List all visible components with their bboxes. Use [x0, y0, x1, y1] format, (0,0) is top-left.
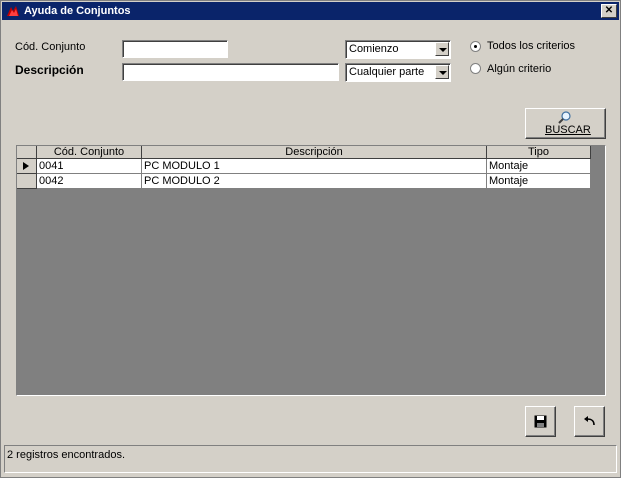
radio-any-criteria[interactable] [470, 63, 481, 74]
search-button-label: BUSCAR [545, 124, 591, 136]
cell-description[interactable]: PC MODULO 2 [142, 174, 487, 189]
description-match-value: Cualquier parte [349, 66, 425, 78]
app-icon [5, 4, 21, 18]
cell-code[interactable]: 0041 [37, 159, 142, 174]
column-header-tipo[interactable]: Tipo [487, 146, 591, 159]
description-input[interactable] [122, 63, 339, 81]
cell-code[interactable]: 0042 [37, 174, 142, 189]
row-indicator[interactable] [17, 174, 37, 189]
column-header-code[interactable]: Cód. Conjunto [37, 146, 142, 159]
results-grid[interactable]: Cód. Conjunto Descripción Tipo 0041 PC M… [16, 145, 606, 396]
save-button[interactable] [525, 406, 556, 437]
code-label: Cód. Conjunto [15, 41, 86, 53]
save-icon [534, 415, 547, 428]
code-match-value: Comienzo [349, 43, 399, 55]
radio-any-criteria-label: Algún criterio [487, 63, 552, 75]
cell-description[interactable]: PC MODULO 1 [142, 159, 487, 174]
cell-tipo[interactable]: Montaje [487, 174, 591, 189]
close-button[interactable]: ✕ [601, 4, 617, 18]
description-label: Descripción [15, 63, 84, 77]
description-match-select[interactable]: Cualquier parte [345, 63, 451, 82]
chevron-down-icon[interactable] [435, 42, 449, 56]
search-button[interactable]: BUSCAR [525, 108, 606, 139]
row-indicator[interactable] [17, 159, 37, 174]
column-header-description[interactable]: Descripción [142, 146, 487, 159]
undo-icon [584, 416, 595, 426]
title-bar[interactable]: Ayuda de Conjuntos ✕ [2, 2, 619, 20]
code-match-select[interactable]: Comienzo [345, 40, 451, 59]
radio-all-criteria-label: Todos los criterios [487, 40, 576, 52]
magnifier-icon [558, 111, 571, 124]
status-text: 2 registros encontrados. [7, 449, 126, 461]
chevron-down-icon[interactable] [435, 65, 449, 79]
status-bar: 2 registros encontrados. [4, 445, 617, 473]
current-row-icon [23, 162, 29, 170]
radio-all-criteria[interactable] [470, 41, 481, 52]
code-input[interactable] [122, 40, 228, 58]
undo-button[interactable] [574, 406, 605, 437]
close-icon: ✕ [604, 5, 614, 16]
dialog-window: Ayuda de Conjuntos ✕ Cód. Conjunto Comie… [0, 0, 621, 478]
window-title: Ayuda de Conjuntos [24, 5, 131, 17]
row-indicator-header [17, 146, 37, 159]
cell-tipo[interactable]: Montaje [487, 159, 591, 174]
